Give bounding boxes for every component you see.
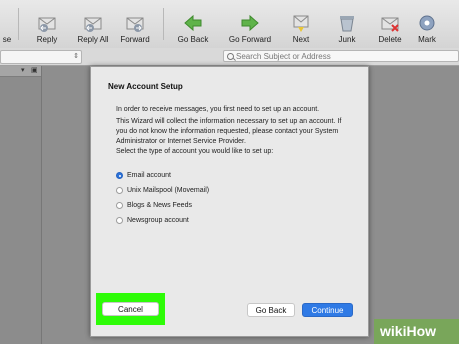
continue-button[interactable]: Continue bbox=[302, 303, 353, 317]
radio-email-account[interactable]: Email account bbox=[116, 172, 171, 179]
radio-label: Blogs & News Feeds bbox=[127, 202, 192, 209]
column-picker-icon[interactable]: ▣ bbox=[31, 66, 38, 74]
wikihow-watermark: wikiHow bbox=[374, 319, 459, 344]
folder-pane: ▾ ▣ bbox=[0, 66, 42, 344]
search-placeholder: Search Subject or Address bbox=[236, 52, 331, 61]
dialog-info-text: This Wizard will collect the information… bbox=[116, 118, 342, 145]
cancel-highlight: Cancel bbox=[96, 293, 165, 325]
go-forward-button[interactable]: Go Forward bbox=[228, 0, 272, 48]
go-forward-label: Go Forward bbox=[228, 35, 272, 44]
radio-label: Email account bbox=[127, 172, 171, 179]
mark-label: Mark bbox=[418, 35, 436, 44]
toolbar-separator bbox=[163, 8, 164, 40]
toolbar: se Reply Reply All Forward Go Back Go Fo… bbox=[0, 0, 459, 49]
mark-icon bbox=[419, 15, 435, 31]
cancel-button[interactable]: Cancel bbox=[102, 302, 159, 316]
dialog-title: New Account Setup bbox=[108, 82, 183, 91]
arrow-right-icon bbox=[241, 14, 259, 32]
reply-all-label: Reply All bbox=[77, 35, 109, 44]
next-icon bbox=[293, 15, 309, 32]
toolbar-separator bbox=[18, 8, 19, 40]
reply-all-icon bbox=[84, 17, 102, 32]
search-input[interactable]: Search Subject or Address bbox=[223, 50, 459, 62]
reply-icon bbox=[38, 17, 56, 32]
radio-label: Newsgroup account bbox=[127, 217, 189, 224]
radio-unix-mailspool[interactable]: Unix Mailspool (Movemail) bbox=[116, 187, 209, 194]
up-down-icon: ⇕ bbox=[73, 53, 79, 60]
folder-pane-header: ▾ ▣ bbox=[0, 66, 41, 77]
next-label: Next bbox=[292, 35, 310, 44]
watermark-suffix: How bbox=[406, 323, 437, 339]
junk-button[interactable]: Junk bbox=[330, 0, 364, 48]
go-back-dialog-button[interactable]: Go Back bbox=[247, 303, 295, 317]
radio-blogs-news-feeds[interactable]: Blogs & News Feeds bbox=[116, 202, 192, 209]
radio-label: Unix Mailspool (Movemail) bbox=[127, 187, 210, 194]
radio-indicator bbox=[116, 202, 123, 209]
dialog-intro-text: In order to receive messages, you first … bbox=[116, 106, 320, 113]
radio-indicator bbox=[116, 217, 123, 224]
reply-label: Reply bbox=[36, 35, 58, 44]
delete-icon bbox=[381, 17, 399, 32]
radio-newsgroup-account[interactable]: Newsgroup account bbox=[116, 217, 189, 224]
watermark-prefix: wiki bbox=[380, 323, 407, 339]
mark-button[interactable]: Mark bbox=[414, 0, 440, 48]
dialog-select-prompt: Select the type of account you would lik… bbox=[116, 148, 274, 155]
reply-all-button[interactable]: Reply All bbox=[76, 0, 110, 48]
radio-indicator bbox=[116, 187, 123, 194]
junk-icon bbox=[340, 16, 354, 32]
radio-indicator bbox=[116, 172, 123, 179]
delete-button[interactable]: Delete bbox=[373, 0, 407, 48]
forward-icon bbox=[126, 17, 144, 32]
forward-button[interactable]: Forward bbox=[118, 0, 152, 48]
search-icon bbox=[227, 53, 234, 60]
forward-label: Forward bbox=[120, 35, 150, 44]
toolbar-partial-button[interactable]: se bbox=[0, 0, 14, 48]
folder-selector[interactable]: ⇕ bbox=[0, 50, 82, 64]
reply-button[interactable]: Reply bbox=[30, 0, 64, 48]
toolbar-partial-label: se bbox=[2, 35, 12, 44]
go-back-button[interactable]: Go Back bbox=[174, 0, 212, 48]
go-back-label: Go Back bbox=[177, 35, 209, 44]
delete-label: Delete bbox=[378, 35, 402, 44]
next-button[interactable]: Next bbox=[286, 0, 316, 48]
collapse-icon[interactable]: ▾ bbox=[21, 66, 25, 74]
junk-label: Junk bbox=[338, 35, 356, 44]
filter-bar: ⇕ Search Subject or Address bbox=[0, 48, 459, 66]
arrow-left-icon bbox=[184, 14, 202, 32]
